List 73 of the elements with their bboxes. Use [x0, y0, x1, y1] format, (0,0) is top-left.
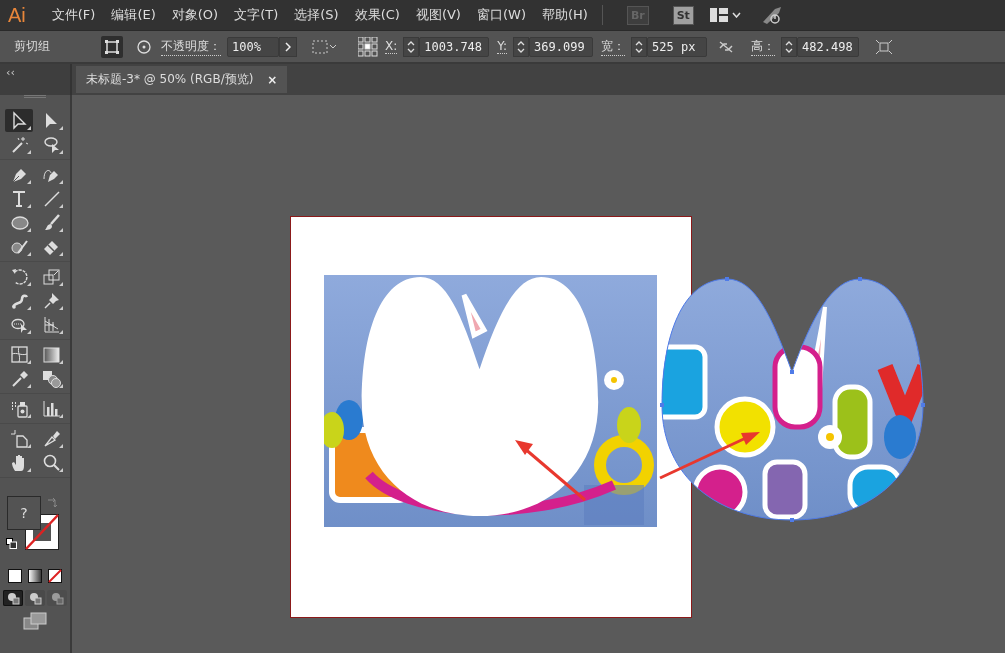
artboard-icon [9, 429, 29, 448]
solid-color-icon [8, 569, 22, 583]
gradient-button[interactable] [28, 569, 42, 583]
rotate-icon [9, 267, 29, 286]
draw-mode-button[interactable] [25, 590, 45, 606]
tool-button[interactable] [5, 109, 33, 132]
menu-item[interactable]: 文字(T) [226, 6, 287, 24]
ellipse-icon [9, 213, 29, 232]
height-label: 高： [751, 37, 776, 56]
scale-icon [41, 267, 61, 286]
puppet-warp-icon [9, 291, 29, 310]
annotation-arrow [515, 440, 586, 502]
y-label: Y: [497, 39, 508, 54]
swap-icon [46, 497, 58, 509]
spinner-button[interactable] [403, 36, 420, 57]
menu-item[interactable]: 对象(O) [163, 6, 227, 24]
menu-item[interactable]: 视图(V) [407, 6, 469, 24]
draw-mode-icon [50, 591, 64, 605]
screen-mode-button[interactable] [23, 612, 47, 630]
gradient-swatch-icon [28, 569, 42, 583]
gradient-icon [41, 345, 61, 364]
menu-item[interactable]: 效果(C) [346, 6, 408, 24]
color-button[interactable] [8, 569, 22, 583]
menu-item[interactable]: 帮助(H) [533, 6, 596, 24]
spinner-button[interactable] [781, 36, 798, 57]
target-icon [136, 38, 152, 55]
height-field[interactable]: 482.498 [797, 36, 860, 57]
reference-point-button[interactable] [357, 35, 379, 58]
align-icon [312, 39, 338, 54]
x-field[interactable]: 1003.748 [419, 36, 490, 57]
workspace-icon [709, 8, 728, 22]
reference-point-icon [358, 36, 378, 57]
document-tab[interactable]: 未标题-3* @ 50% (RGB/预览) × [76, 66, 288, 93]
opacity-label[interactable]: 不透明度： [161, 37, 221, 56]
draw-mode-icon [28, 591, 42, 605]
menu-item[interactable]: 文件(F) [43, 6, 104, 24]
perspective-grid-icon [41, 315, 61, 334]
none-button[interactable] [48, 569, 62, 583]
symbol-sprayer-icon [9, 399, 29, 418]
width-field[interactable]: 525 px [647, 36, 708, 57]
app-logo: Ai [8, 3, 26, 27]
menu-item[interactable]: 选择(S) [286, 6, 347, 24]
spinner-button[interactable] [631, 36, 648, 57]
app-badge[interactable]: St [672, 5, 694, 25]
edit-clipping-path-button[interactable] [101, 35, 123, 58]
menu-item[interactable]: 编辑(E) [103, 6, 164, 24]
draw-mode-icon [6, 591, 20, 605]
menu-item[interactable]: 窗口(W) [468, 6, 534, 24]
unlinked-chain-icon [718, 39, 735, 54]
collapse-panel-button[interactable]: ‹‹ [6, 66, 15, 79]
draw-mode-button[interactable] [3, 590, 23, 606]
opacity-menu-button[interactable] [279, 36, 297, 57]
width-label: 宽： [601, 37, 626, 56]
x-label: X: [385, 39, 398, 54]
transform-icon [875, 38, 894, 55]
default-colors-icon [6, 538, 17, 549]
selection-type-label: 剪切组 [14, 38, 50, 55]
bar-graph-icon [41, 399, 61, 418]
close-tab-button[interactable]: × [267, 72, 278, 87]
chevron-right-icon [285, 41, 291, 52]
spinner-button[interactable] [513, 36, 530, 57]
opacity-field[interactable]: 100% [227, 36, 279, 57]
mesh-icon [9, 345, 29, 364]
lasso-icon [41, 135, 61, 154]
screen-mode-icon [23, 612, 47, 630]
blend-icon [41, 369, 61, 388]
caret-icon [731, 12, 741, 18]
clipping-path-icon [104, 38, 120, 55]
y-field[interactable]: 369.099 [529, 36, 594, 57]
fill-swatch[interactable]: ? [7, 496, 41, 530]
sync-icon [760, 6, 783, 24]
zoom-icon [41, 453, 61, 472]
none-swatch-icon [48, 569, 62, 583]
